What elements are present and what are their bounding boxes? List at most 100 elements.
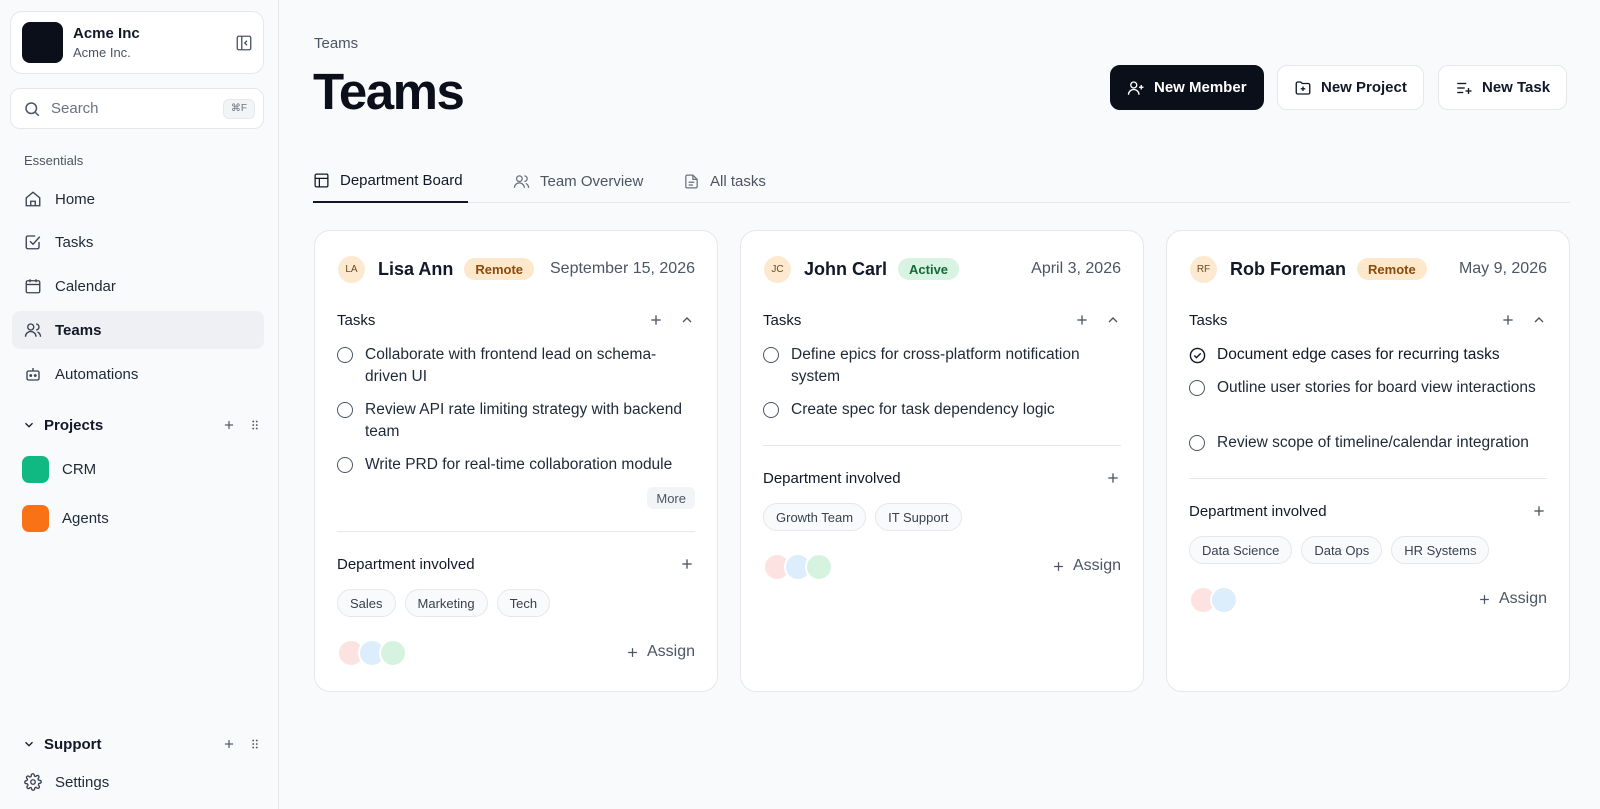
add-department-icon[interactable]: [679, 556, 695, 572]
card-header: JC John Carl Active April 3, 2026: [764, 255, 1121, 283]
tab-label: Department Board: [340, 172, 463, 189]
task-checkbox[interactable]: [337, 457, 353, 473]
tasks-section-header: Tasks: [337, 309, 695, 331]
task-checkbox[interactable]: [763, 347, 779, 363]
sidebar-collapse-icon[interactable]: [235, 34, 253, 52]
calendar-icon: [25, 279, 41, 294]
status-badge: Active: [898, 258, 960, 280]
task-item[interactable]: Outline user stories for board view inte…: [1189, 377, 1547, 399]
tasks-heading: Tasks: [1189, 311, 1228, 329]
card-header: LA Lisa Ann Remote September 15, 2026: [338, 255, 695, 283]
project-item-crm[interactable]: CRM: [22, 455, 96, 483]
chevron-down-icon[interactable]: [22, 737, 36, 751]
divider: [337, 531, 695, 532]
more-button[interactable]: More: [647, 487, 695, 509]
chevron-up-icon[interactable]: [1531, 312, 1547, 328]
department-chip[interactable]: HR Systems: [1391, 536, 1490, 564]
add-task-icon[interactable]: [1074, 312, 1090, 328]
projects-group-header[interactable]: Projects: [22, 414, 262, 436]
task-text: Define epics for cross-platform notifica…: [791, 346, 1080, 385]
task-checkbox[interactable]: [1189, 435, 1205, 451]
tab-team-overview[interactable]: Team Overview: [513, 160, 643, 203]
search-input[interactable]: Search ⌘F: [10, 88, 264, 129]
task-text: Write PRD for real-time collaboration mo…: [365, 456, 673, 473]
support-group-header[interactable]: Support: [22, 733, 262, 755]
member-date: April 3, 2026: [1031, 260, 1121, 277]
project-color-swatch: [22, 504, 49, 532]
bot-icon: [26, 368, 40, 381]
sidebar-item-teams[interactable]: Teams: [12, 311, 264, 349]
sidebar: Acme Inc Acme Inc. Search ⌘F Essentials …: [0, 0, 279, 809]
main-content: Teams Teams New Member New Project New T…: [279, 0, 1600, 809]
department-chip[interactable]: Data Ops: [1301, 536, 1383, 564]
divider: [763, 445, 1121, 446]
assign-label: Assign: [1072, 557, 1121, 574]
assign-button[interactable]: Assign: [1051, 557, 1121, 575]
department-chip[interactable]: Tech: [496, 589, 551, 617]
sidebar-item-calendar[interactable]: Calendar: [12, 267, 264, 305]
department-chips: Growth Team IT Support: [763, 503, 1121, 531]
chevron-down-icon[interactable]: [22, 418, 36, 432]
assign-button[interactable]: Assign: [1477, 590, 1547, 608]
project-item-agents[interactable]: Agents: [22, 504, 109, 532]
avatar: LA: [338, 255, 365, 283]
new-project-button[interactable]: New Project: [1277, 65, 1424, 110]
add-department-icon[interactable]: [1105, 470, 1121, 486]
assign-button[interactable]: Assign: [625, 643, 695, 661]
sidebar-item-home[interactable]: Home: [12, 180, 264, 218]
department-chip[interactable]: Growth Team: [763, 503, 867, 531]
task-checkbox[interactable]: [337, 347, 353, 363]
task-checkbox[interactable]: [337, 402, 353, 418]
breadcrumb[interactable]: Teams: [314, 35, 358, 52]
new-member-button[interactable]: New Member: [1110, 65, 1264, 110]
page-title: Teams: [313, 63, 465, 120]
tasks-section-header: Tasks: [763, 309, 1121, 331]
task-item[interactable]: Define epics for cross-platform notifica…: [763, 344, 1121, 388]
drag-handle-icon[interactable]: [248, 737, 262, 751]
task-checkbox[interactable]: [1189, 380, 1205, 396]
chevron-up-icon[interactable]: [679, 312, 695, 328]
task-item[interactable]: Write PRD for real-time collaboration mo…: [337, 454, 695, 476]
layout-icon: [314, 173, 329, 188]
plus-icon[interactable]: [222, 737, 236, 751]
departments-heading: Department involved: [1189, 502, 1327, 520]
task-checkbox[interactable]: [763, 402, 779, 418]
project-label: Agents: [62, 509, 109, 527]
tab-all-tasks[interactable]: All tasks: [683, 160, 766, 203]
department-chip[interactable]: Marketing: [404, 589, 488, 617]
tasks-heading: Tasks: [763, 311, 802, 329]
task-item[interactable]: Review scope of timeline/calendar integr…: [1189, 432, 1547, 454]
department-chip[interactable]: Sales: [337, 589, 396, 617]
member-name[interactable]: Lisa Ann: [378, 259, 453, 280]
task-text: Outline user stories for board view inte…: [1217, 379, 1536, 396]
plus-icon[interactable]: [222, 418, 236, 432]
assignee-avatars[interactable]: [1189, 586, 1238, 614]
add-task-icon[interactable]: [1500, 312, 1516, 328]
task-text: Collaborate with frontend lead on schema…: [365, 346, 657, 385]
drag-handle-icon[interactable]: [248, 418, 262, 432]
add-department-icon[interactable]: [1531, 503, 1547, 519]
task-item[interactable]: Collaborate with frontend lead on schema…: [337, 344, 695, 388]
task-item[interactable]: Review API rate limiting strategy with b…: [337, 399, 695, 443]
sidebar-item-tasks[interactable]: Tasks: [12, 223, 264, 261]
sidebar-item-label: Automations: [55, 365, 139, 383]
new-task-button[interactable]: New Task: [1438, 65, 1568, 110]
tab-department-board[interactable]: Department Board: [313, 160, 468, 203]
avatar: [379, 639, 407, 667]
org-switcher[interactable]: Acme Inc Acme Inc.: [10, 11, 264, 74]
status-badge: Remote: [464, 258, 535, 280]
member-name[interactable]: John Carl: [804, 259, 887, 280]
department-chip[interactable]: Data Science: [1189, 536, 1293, 564]
sidebar-item-automations[interactable]: Automations: [12, 355, 264, 393]
check-circle-icon[interactable]: [1189, 347, 1206, 364]
member-name[interactable]: Rob Foreman: [1230, 259, 1346, 280]
sidebar-item-settings[interactable]: Settings: [12, 763, 264, 801]
chevron-up-icon[interactable]: [1105, 312, 1121, 328]
add-task-icon[interactable]: [648, 312, 664, 328]
department-chip[interactable]: IT Support: [875, 503, 962, 531]
plus-icon: [1480, 594, 1489, 604]
task-item[interactable]: Create spec for task dependency logic: [763, 399, 1121, 421]
assignee-avatars[interactable]: [763, 553, 833, 581]
assignee-avatars[interactable]: [337, 639, 407, 667]
task-item[interactable]: Document edge cases for recurring tasks: [1189, 344, 1547, 366]
